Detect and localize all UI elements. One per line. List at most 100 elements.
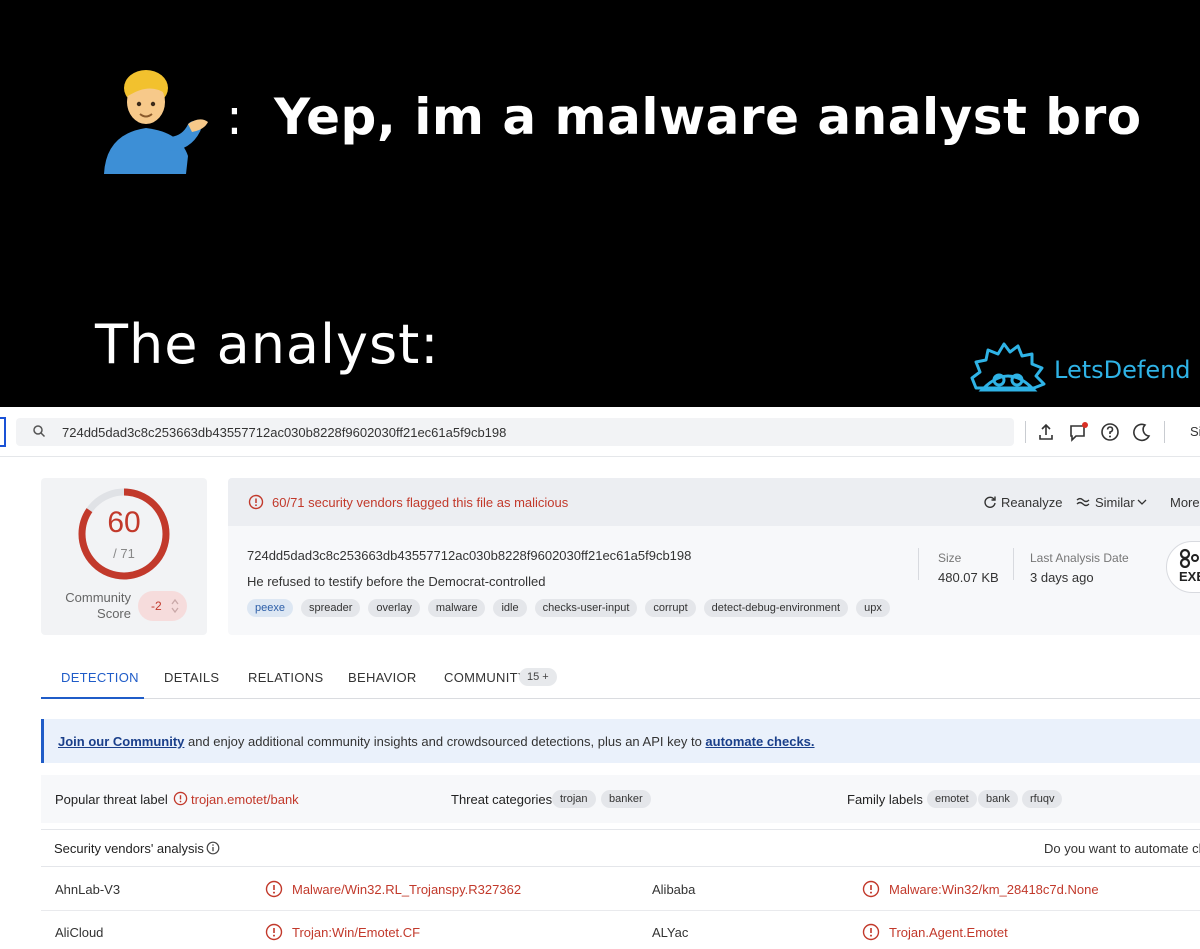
join-community-text: Join our Community and enjoy additional … bbox=[58, 734, 815, 749]
more-button[interactable]: More bbox=[1170, 495, 1200, 510]
tab-behavior[interactable]: BEHAVIOR bbox=[348, 670, 417, 685]
meme-bottom-text: The analyst: bbox=[95, 313, 440, 376]
tab-community[interactable]: COMMUNITY bbox=[444, 670, 527, 685]
toolbar-divider bbox=[1025, 421, 1026, 443]
active-tab-indicator bbox=[41, 697, 144, 699]
threat-category-pill[interactable]: trojan bbox=[552, 790, 596, 808]
automate-prompt: Do you want to automate che bbox=[1044, 841, 1200, 856]
detection-banner-text: 60/71 security vendors flagged this file… bbox=[272, 495, 569, 510]
last-analysis-label: Last Analysis Date bbox=[1030, 551, 1129, 565]
family-label-pill[interactable]: rfuqv bbox=[1022, 790, 1063, 808]
vendor-name: AhnLab-V3 bbox=[55, 882, 121, 897]
tab-details[interactable]: DETAILS bbox=[164, 670, 219, 685]
automate-checks-link[interactable]: automate checks. bbox=[705, 734, 814, 749]
vendor-name: ALYac bbox=[652, 925, 689, 940]
threat-categories-label: Threat categories bbox=[451, 792, 553, 807]
file-tag[interactable]: upx bbox=[856, 599, 890, 617]
vendor-result: Trojan.Agent.Emotet bbox=[889, 925, 1008, 940]
file-type-text: EXE bbox=[1179, 569, 1200, 584]
meme-caption: Yep, im a malware analyst bro bbox=[274, 88, 1142, 146]
letsdefend-logo: LetsDefend bbox=[968, 338, 1200, 400]
file-tag[interactable]: corrupt bbox=[645, 599, 696, 617]
file-tag[interactable]: checks-user-input bbox=[534, 599, 638, 617]
join-community-link[interactable]: Join our Community bbox=[58, 734, 184, 749]
community-score-label: Community Score bbox=[51, 590, 131, 622]
notifications-icon[interactable] bbox=[1067, 421, 1089, 443]
search-input[interactable]: 724dd5dad3c8c253663db43557712ac030b8228f… bbox=[16, 418, 1014, 446]
vendor-result: Trojan:Win/Emotet.CF bbox=[292, 925, 421, 940]
tab-relations[interactable]: RELATIONS bbox=[248, 670, 323, 685]
community-count-badge: 15 + bbox=[519, 668, 557, 686]
file-tag[interactable]: peexe bbox=[247, 599, 293, 617]
vendor-name: AliCloud bbox=[55, 925, 104, 940]
detection-banner: 60/71 security vendors flagged this file… bbox=[228, 478, 1200, 526]
community-score-pill[interactable]: -2 bbox=[138, 591, 187, 621]
vendors-header: Security vendors' analysis Do you want t… bbox=[41, 829, 1200, 867]
file-type-badge: EXE bbox=[1166, 541, 1200, 593]
threat-category-pill[interactable]: banker bbox=[601, 790, 651, 808]
file-name: He refused to testify before the Democra… bbox=[247, 574, 546, 589]
popular-threat-value[interactable]: trojan.emotet/bank bbox=[191, 792, 299, 807]
file-tag[interactable]: malware bbox=[427, 599, 486, 617]
alert-icon bbox=[173, 791, 188, 806]
virustotal-panel: 724dd5dad3c8c253663db43557712ac030b8228f… bbox=[0, 407, 1200, 949]
letsdefend-mascot-icon bbox=[970, 342, 1046, 392]
community-label-line1: Community bbox=[65, 590, 131, 605]
file-hash: 724dd5dad3c8c253663db43557712ac030b8228f… bbox=[247, 548, 692, 563]
search-value: 724dd5dad3c8c253663db43557712ac030b8228f… bbox=[62, 425, 507, 440]
info-icon[interactable] bbox=[206, 841, 220, 855]
file-tags: peexe spreader overlay malware idle checks-us… bbox=[247, 599, 890, 617]
chevron-down-icon[interactable] bbox=[1137, 497, 1147, 507]
alert-icon bbox=[265, 880, 283, 898]
search-icon bbox=[33, 425, 46, 438]
vendor-name: Alibaba bbox=[652, 882, 696, 897]
threat-summary: Popular threat label trojan.emotet/bank … bbox=[41, 775, 1200, 823]
last-analysis-value: 3 days ago bbox=[1030, 570, 1094, 585]
alert-icon bbox=[248, 494, 264, 510]
vote-arrows-icon[interactable] bbox=[170, 597, 180, 615]
family-labels-label: Family labels bbox=[847, 792, 923, 807]
vendor-result: Malware:Win32/km_28418c7d.None bbox=[889, 882, 1099, 897]
community-score-value: -2 bbox=[151, 599, 162, 613]
file-tag[interactable]: overlay bbox=[368, 599, 420, 617]
upload-icon[interactable] bbox=[1035, 421, 1057, 443]
meme-header: : Yep, im a malware analyst bro The anal… bbox=[0, 0, 1200, 407]
similar-icon bbox=[1076, 497, 1090, 507]
toolbar-divider bbox=[1164, 421, 1165, 443]
popular-threat-label: Popular threat label bbox=[55, 792, 168, 807]
detection-score-card: 60 / 71 Community Score -2 bbox=[41, 478, 207, 635]
community-label-line2: Score bbox=[97, 606, 131, 621]
size-label: Size bbox=[938, 551, 962, 565]
vendor-row: AliCloud Trojan:Win/Emotet.CF ALYac Troj… bbox=[41, 911, 1200, 949]
logo-edge bbox=[0, 417, 6, 447]
person-tipping-hand-emoji-icon bbox=[104, 70, 208, 174]
join-community-banner: Join our Community and enjoy additional … bbox=[41, 719, 1200, 763]
family-label-pill[interactable]: emotet bbox=[927, 790, 977, 808]
detection-count: 60 bbox=[107, 506, 141, 539]
reanalyze-icon bbox=[984, 496, 996, 508]
vendors-title: Security vendors' analysis bbox=[54, 841, 204, 856]
file-tag[interactable]: detect-debug-environment bbox=[703, 599, 849, 617]
file-info-card: 60/71 security vendors flagged this file… bbox=[228, 478, 1200, 635]
help-icon[interactable] bbox=[1099, 421, 1121, 443]
alert-icon bbox=[862, 923, 880, 941]
detection-total: / 71 bbox=[113, 546, 135, 561]
meta-divider bbox=[918, 548, 919, 580]
tab-detection[interactable]: DETECTION bbox=[61, 670, 139, 685]
reanalyze-button[interactable]: Reanalyze bbox=[1001, 495, 1062, 510]
meta-divider bbox=[1013, 548, 1014, 580]
file-tag[interactable]: spreader bbox=[300, 599, 361, 617]
family-label-pill[interactable]: bank bbox=[978, 790, 1018, 808]
file-tag[interactable]: idle bbox=[493, 599, 527, 617]
top-bar: 724dd5dad3c8c253663db43557712ac030b8228f… bbox=[0, 407, 1200, 457]
sign-in-link[interactable]: Si bbox=[1190, 424, 1200, 439]
similar-button[interactable]: Similar bbox=[1095, 495, 1135, 510]
dark-mode-icon[interactable] bbox=[1131, 421, 1153, 443]
analysis-tabs: DETECTION DETAILS RELATIONS BEHAVIOR COM… bbox=[41, 659, 1200, 699]
size-value: 480.07 KB bbox=[938, 570, 999, 585]
vendor-result: Malware/Win32.RL_Trojanspy.R327362 bbox=[292, 882, 522, 897]
vendor-row: AhnLab-V3 Malware/Win32.RL_Trojanspy.R32… bbox=[41, 868, 1200, 911]
alert-icon bbox=[862, 880, 880, 898]
caption-colon: : bbox=[226, 88, 243, 146]
logo-text: LetsDefend bbox=[1054, 356, 1191, 384]
